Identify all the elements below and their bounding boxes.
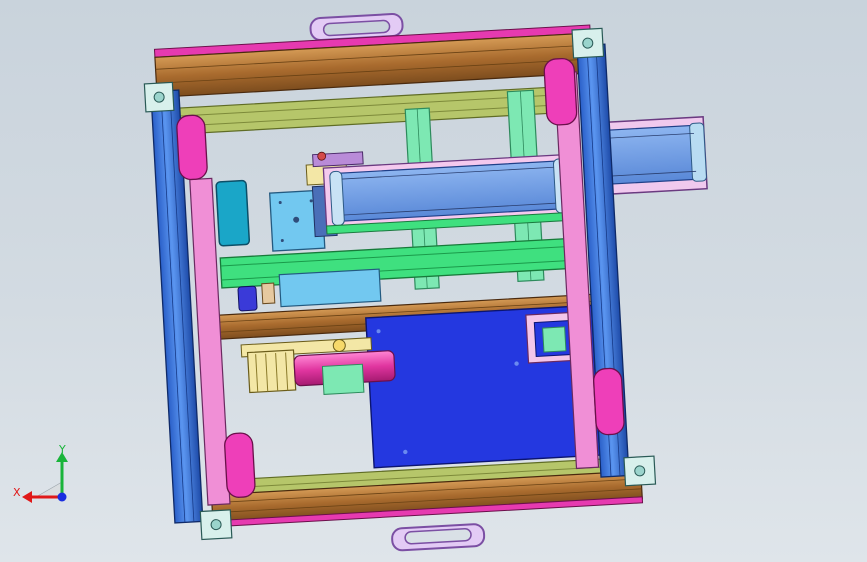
corner-cap-bottom-left[interactable] (199, 509, 233, 541)
coordinate-triad: Y X (13, 443, 68, 503)
corner-cap-bottom-right[interactable] (623, 455, 657, 487)
corner-cap-top-right[interactable] (571, 27, 605, 59)
triad-plane-icon (34, 481, 63, 498)
machine-assembly[interactable] (141, 0, 726, 562)
gusset-top-right[interactable] (543, 57, 578, 126)
assembly-canvas[interactable]: Y X (0, 0, 867, 562)
light-blue-plate[interactable] (278, 268, 382, 308)
gusset-bottom-left[interactable] (224, 432, 256, 498)
small-beige-block[interactable] (261, 282, 276, 305)
teal-motor-block[interactable] (215, 179, 251, 247)
gusset-bottom-right[interactable] (593, 367, 625, 436)
triad-x-label: X (13, 486, 21, 499)
main-conveyor[interactable] (322, 153, 576, 235)
triad-y-label: Y (58, 443, 66, 456)
cad-viewport[interactable]: Y X (0, 0, 867, 562)
bottom-handle[interactable] (391, 523, 486, 552)
gusset-top-left[interactable] (176, 114, 208, 181)
corner-cap-top-left[interactable] (143, 81, 175, 113)
small-purple-block[interactable] (237, 285, 258, 312)
z-axis-dot-icon (57, 492, 67, 502)
